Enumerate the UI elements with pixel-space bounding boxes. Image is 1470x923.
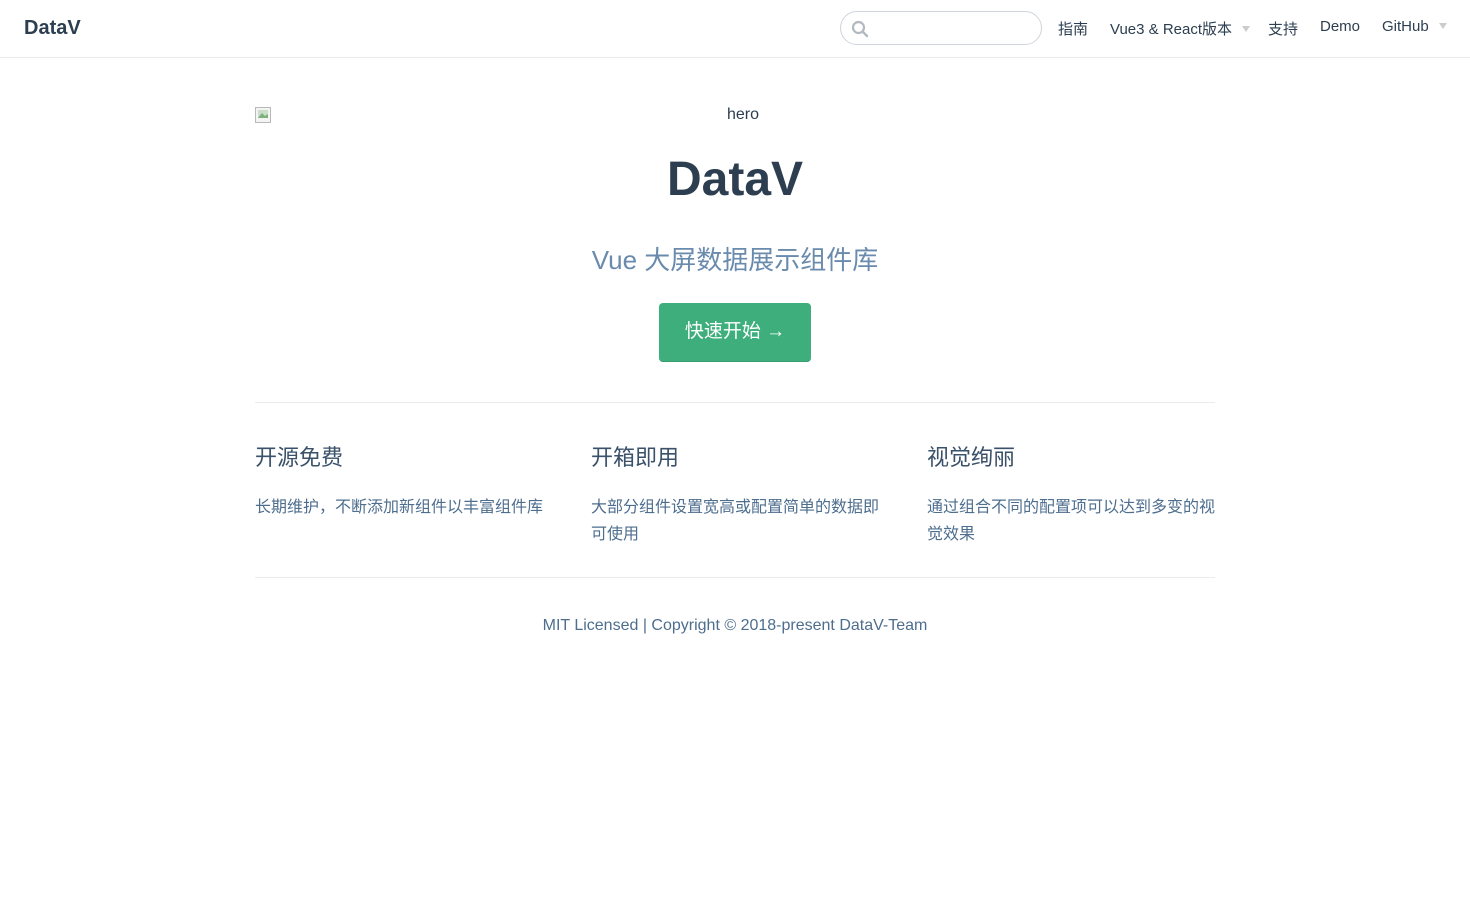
hero-title: DataV	[666, 153, 804, 206]
chevron-down-icon	[1242, 26, 1250, 33]
feature-details: 大部分组件设置宽高或配置简单的数据即可使用	[591, 499, 880, 543]
feature-title: 开箱即用	[591, 445, 680, 470]
divider	[255, 577, 1215, 578]
feature-details: 通过组合不同的配置项可以达到多变的视觉效果	[927, 499, 1216, 543]
site-name-link[interactable]: DataV	[24, 17, 81, 40]
nav-item-guide[interactable]: 指南	[1058, 18, 1088, 39]
footer: MIT Licensed | Copyright © 2018-present …	[542, 617, 928, 634]
nav-dropdown-github-label: GitHub	[1382, 18, 1429, 35]
feature-details: 长期维护，不断添加新组件以丰富组件库	[255, 499, 544, 516]
feature-item: 开箱即用 大部分组件设置宽高或配置简单的数据即可使用	[591, 440, 881, 548]
divider	[255, 402, 1215, 403]
nav-dropdown-versions[interactable]: Vue3 & React版本	[1110, 18, 1250, 39]
search-icon	[851, 20, 869, 38]
nav-item-demo[interactable]: Demo	[1320, 18, 1360, 35]
navbar: DataV 指南 Vue3 & React版本 支持 Demo GitHub	[0, 0, 1470, 58]
search-input[interactable]	[873, 16, 1033, 40]
hero-image: hero	[255, 106, 1215, 126]
feature-title: 视觉绚丽	[927, 445, 1016, 470]
feature-item: 视觉绚丽 通过组合不同的配置项可以达到多变的视觉效果	[927, 440, 1217, 548]
feature-item: 开源免费 长期维护，不断添加新组件以丰富组件库	[255, 440, 545, 521]
nav-dropdown-github[interactable]: GitHub	[1382, 18, 1447, 35]
hero-description: Vue 大屏数据展示组件库	[591, 245, 879, 275]
hero-image-alt: hero	[726, 106, 760, 123]
search-box[interactable]	[840, 11, 1042, 45]
get-started-button[interactable]: 快速开始 →	[659, 303, 811, 362]
nav-item-support[interactable]: 支持	[1268, 18, 1298, 39]
chevron-down-icon	[1438, 23, 1447, 30]
nav-dropdown-versions-label: Vue3 & React版本	[1110, 21, 1232, 38]
feature-title: 开源免费	[255, 445, 344, 470]
